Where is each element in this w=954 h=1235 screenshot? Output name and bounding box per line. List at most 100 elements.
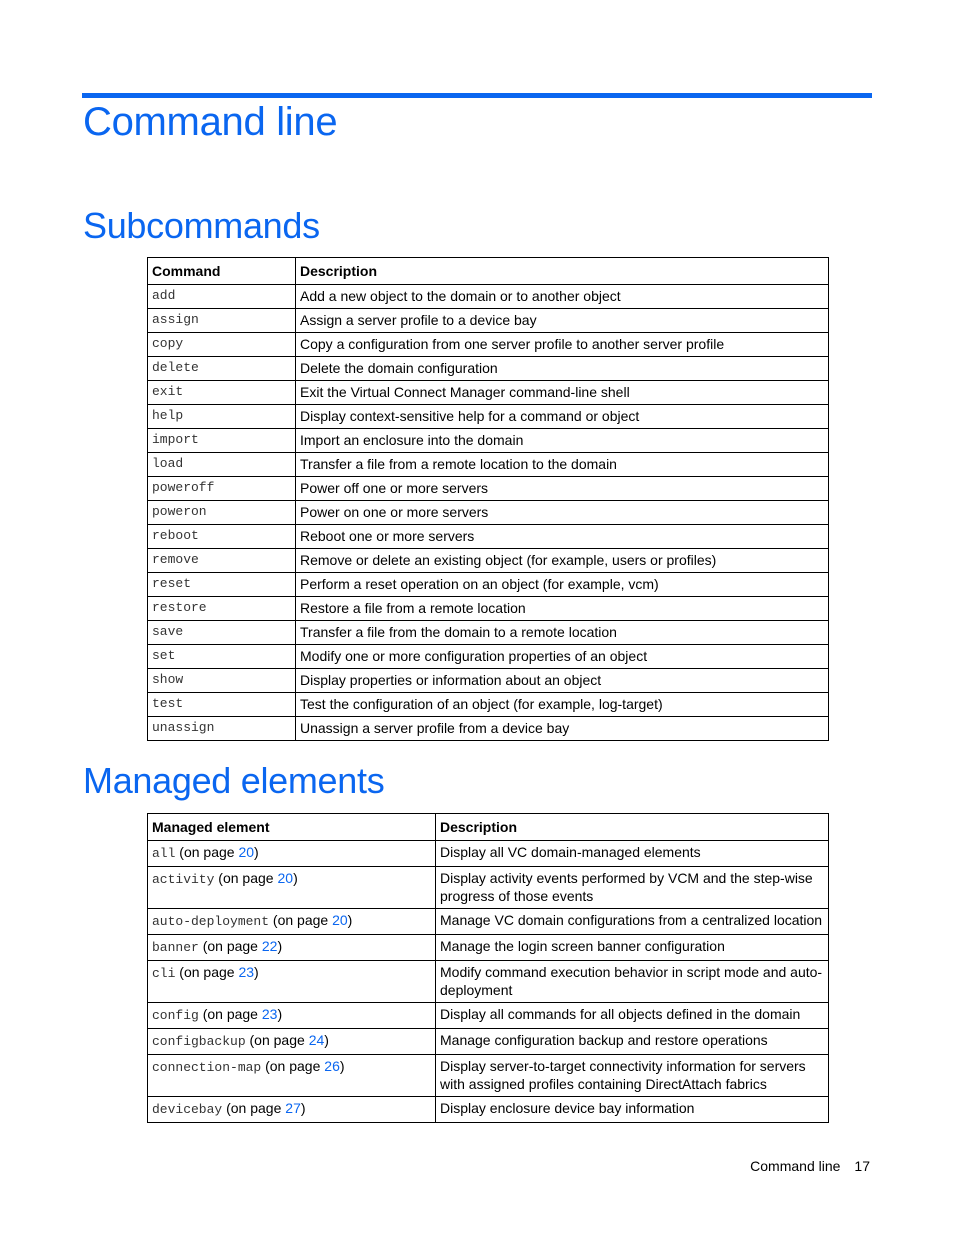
- page-link[interactable]: 22: [262, 938, 278, 954]
- on-page-suffix: ): [300, 1100, 306, 1116]
- command-cell: unassign: [147, 716, 296, 741]
- managed-element-cell: configbackup (on page 24): [147, 1028, 436, 1055]
- description-cell: Power off one or more servers: [295, 476, 829, 501]
- on-page-prefix: (on page: [198, 938, 262, 954]
- page-link[interactable]: 24: [309, 1032, 325, 1048]
- on-page-suffix: ): [339, 1058, 345, 1074]
- page-number: 17: [854, 1158, 870, 1174]
- on-page-suffix: ): [293, 870, 298, 886]
- element-name: connection-map: [152, 1060, 262, 1075]
- managed-element-cell: devicebay (on page 27): [147, 1096, 436, 1123]
- managed-element-cell: banner (on page 22): [147, 934, 436, 961]
- column-header-managed-element: Managed element: [147, 813, 436, 841]
- table-row: restore Restore a file from a remote loca…: [147, 596, 829, 621]
- command-cell: load: [147, 452, 296, 477]
- description-cell: Add a new object to the domain or to ano…: [295, 284, 829, 309]
- description-cell: Modify one or more configuration propert…: [295, 644, 829, 669]
- description-cell: Display server-to-target connectivity in…: [435, 1054, 829, 1097]
- description-cell: Display activity events performed by VCM…: [435, 866, 829, 909]
- table-row: unassign Unassign a server profile from a…: [147, 716, 829, 741]
- page-link[interactable]: 20: [332, 912, 348, 928]
- table-header-row: Managed element Description: [147, 813, 829, 841]
- element-name: banner: [152, 940, 199, 955]
- page-footer: Command line 17: [750, 1158, 870, 1174]
- description-cell: Transfer a file from the domain to a rem…: [295, 620, 829, 645]
- on-page-prefix: (on page: [198, 1006, 262, 1022]
- description-cell: Import an enclosure into the domain: [295, 428, 829, 453]
- command-cell: set: [147, 644, 296, 669]
- managed-elements-heading: Managed elements: [83, 760, 385, 801]
- on-page-suffix: ): [277, 1006, 283, 1022]
- element-name: cli: [152, 966, 176, 981]
- table-row: auto-deployment (on page 20) Manage VC do…: [147, 908, 829, 935]
- table-row: test Test the configuration of an object …: [147, 692, 829, 717]
- element-name: configbackup: [152, 1034, 246, 1049]
- table-row: activity (on page 20) Display activity ev…: [147, 866, 829, 909]
- on-page-prefix: (on page: [261, 1058, 325, 1074]
- on-page-prefix: (on page: [245, 1032, 309, 1048]
- description-cell: Display enclosure device bay information: [435, 1096, 829, 1123]
- table-row: help Display context-sensitive help for a…: [147, 404, 829, 429]
- command-cell: restore: [147, 596, 296, 621]
- page-title: Command line: [83, 100, 338, 144]
- page-link[interactable]: 26: [324, 1058, 340, 1074]
- on-page-suffix: ): [277, 938, 283, 954]
- command-cell: delete: [147, 356, 296, 381]
- description-cell: Display context-sensitive help for a com…: [295, 404, 829, 429]
- table-row: save Transfer a file from the domain to a…: [147, 620, 829, 645]
- managed-element-cell: activity (on page 20): [147, 866, 436, 909]
- on-page-prefix: (on page: [175, 964, 239, 980]
- on-page-suffix: ): [324, 1032, 329, 1048]
- command-cell: remove: [147, 548, 296, 573]
- page-link[interactable]: 20: [238, 844, 254, 860]
- managed-element-cell: config (on page 23): [147, 1002, 436, 1029]
- description-cell: Display all VC domain-managed elements: [435, 840, 829, 867]
- element-name: activity: [152, 872, 215, 887]
- table-row: poweroff Power off one or more servers: [147, 476, 829, 501]
- table-row: copy Copy a configuration from one server…: [147, 332, 829, 357]
- table-row: remove Remove or delete an existing objec…: [147, 548, 829, 573]
- description-cell: Display properties or information about …: [295, 668, 829, 693]
- element-name: config: [152, 1008, 199, 1023]
- command-cell: exit: [147, 380, 296, 405]
- description-cell: Manage configuration backup and restore …: [435, 1028, 829, 1055]
- description-cell: Perform a reset operation on an object (…: [295, 572, 829, 597]
- command-cell: reboot: [147, 524, 296, 549]
- on-page-prefix: (on page: [214, 870, 278, 886]
- table-row: cli (on page 23) Modify command execution…: [147, 960, 829, 1003]
- element-name: all: [152, 846, 176, 861]
- table-row: exit Exit the Virtual Connect Manager com…: [147, 380, 829, 405]
- description-cell: Remove or delete an existing object (for…: [295, 548, 829, 573]
- on-page-prefix: (on page: [175, 844, 239, 860]
- managed-elements-table: Managed element Description all (on page…: [147, 813, 829, 1123]
- description-cell: Transfer a file from a remote location t…: [295, 452, 829, 477]
- description-cell: Manage VC domain configurations from a c…: [435, 908, 829, 935]
- table-row: load Transfer a file from a remote locati…: [147, 452, 829, 477]
- managed-element-cell: cli (on page 23): [147, 960, 436, 1003]
- page-link[interactable]: 23: [238, 964, 254, 980]
- table-row: reboot Reboot one or more servers: [147, 524, 829, 549]
- description-cell: Test the configuration of an object (for…: [295, 692, 829, 717]
- description-cell: Copy a configuration from one server pro…: [295, 332, 829, 357]
- on-page-suffix: ): [347, 912, 353, 928]
- on-page-suffix: ): [254, 844, 259, 860]
- column-header-description: Description: [295, 257, 829, 285]
- on-page-prefix: (on page: [222, 1100, 286, 1116]
- description-cell: Unassign a server profile from a device …: [295, 716, 829, 741]
- description-cell: Restore a file from a remote location: [295, 596, 829, 621]
- column-header-command: Command: [147, 257, 296, 285]
- description-cell: Display all commands for all objects def…: [435, 1002, 829, 1029]
- page-link[interactable]: 23: [262, 1006, 278, 1022]
- page-link[interactable]: 27: [285, 1100, 301, 1116]
- command-cell: copy: [147, 332, 296, 357]
- command-cell: assign: [147, 308, 296, 333]
- subcommands-table: Command Description add Add a new object …: [147, 257, 829, 741]
- command-cell: reset: [147, 572, 296, 597]
- page-link[interactable]: 20: [277, 870, 293, 886]
- command-cell: poweroff: [147, 476, 296, 501]
- element-name: devicebay: [152, 1102, 223, 1117]
- table-row: set Modify one or more configuration prop…: [147, 644, 829, 669]
- managed-element-cell: connection-map (on page 26): [147, 1054, 436, 1097]
- description-cell: Delete the domain configuration: [295, 356, 829, 381]
- table-row: import Import an enclosure into the domai…: [147, 428, 829, 453]
